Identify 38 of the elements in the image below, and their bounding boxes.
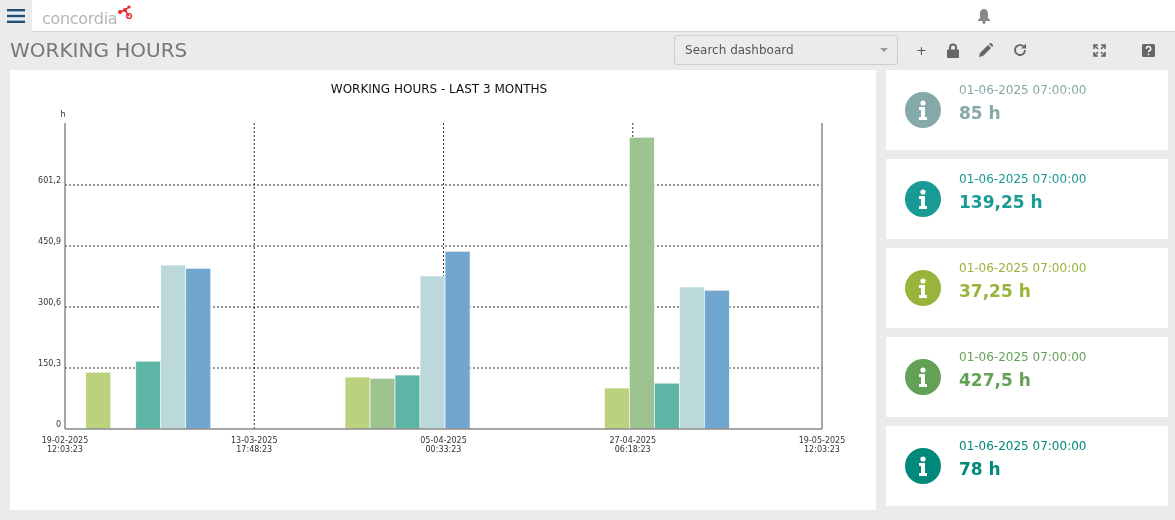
menu-icon xyxy=(7,8,25,23)
card-timestamp: 01-06-2025 07:00:00 xyxy=(959,261,1087,275)
add-button[interactable]: + xyxy=(916,42,927,58)
refresh-icon[interactable] xyxy=(1013,43,1027,57)
bar xyxy=(344,376,371,430)
card-value: 427,5 h xyxy=(959,370,1032,390)
card-value: 139,25 h xyxy=(959,192,1044,212)
x-tick-label: 19-05-2025 12:03:23 xyxy=(798,436,846,454)
search-dropdown[interactable]: Search dashboard xyxy=(674,35,899,65)
card-timestamp: 01-06-2025 07:00:00 xyxy=(959,439,1087,453)
card-timestamp: 01-06-2025 07:00:00 xyxy=(959,350,1087,364)
card-value: 85 h xyxy=(959,103,1002,123)
menu-button[interactable] xyxy=(0,0,32,32)
pencil-icon[interactable] xyxy=(979,43,993,57)
molecule-icon xyxy=(117,5,134,21)
x-tick-label: 13-03-2025 17:48:23 xyxy=(231,436,278,454)
y-tick-label: 150,3 xyxy=(38,359,61,368)
y-tick-label: 300,6 xyxy=(38,298,61,307)
y-tick-label: 0 xyxy=(55,420,61,429)
x-tick-label: 19-02-2025 12:03:23 xyxy=(41,436,89,454)
help-icon[interactable] xyxy=(1142,43,1155,57)
lock-icon[interactable] xyxy=(947,42,959,58)
y-tick-label: 450,9 xyxy=(38,237,61,246)
card-timestamp: 01-06-2025 07:00:00 xyxy=(959,83,1087,97)
x-tick-label: 27-04-2025 06:18:23 xyxy=(609,436,656,454)
chart-title: WORKING HOURS - LAST 3 MONTHS xyxy=(330,82,548,96)
x-tick-label: 05-04-2025 00:33:23 xyxy=(420,436,467,454)
page-title: WORKING HOURS xyxy=(10,38,189,62)
card-timestamp: 01-06-2025 07:00:00 xyxy=(959,172,1087,186)
bar xyxy=(85,371,112,430)
bell-icon[interactable] xyxy=(977,7,991,24)
y-tick-label: 601,2 xyxy=(38,176,61,185)
logo-text: concordia xyxy=(42,8,118,28)
fullscreen-icon[interactable] xyxy=(1093,43,1106,57)
axis-unit: h xyxy=(60,110,66,119)
card-value: 78 h xyxy=(959,459,1002,479)
card-value: 37,25 h xyxy=(959,281,1032,301)
caret-icon xyxy=(880,48,889,52)
